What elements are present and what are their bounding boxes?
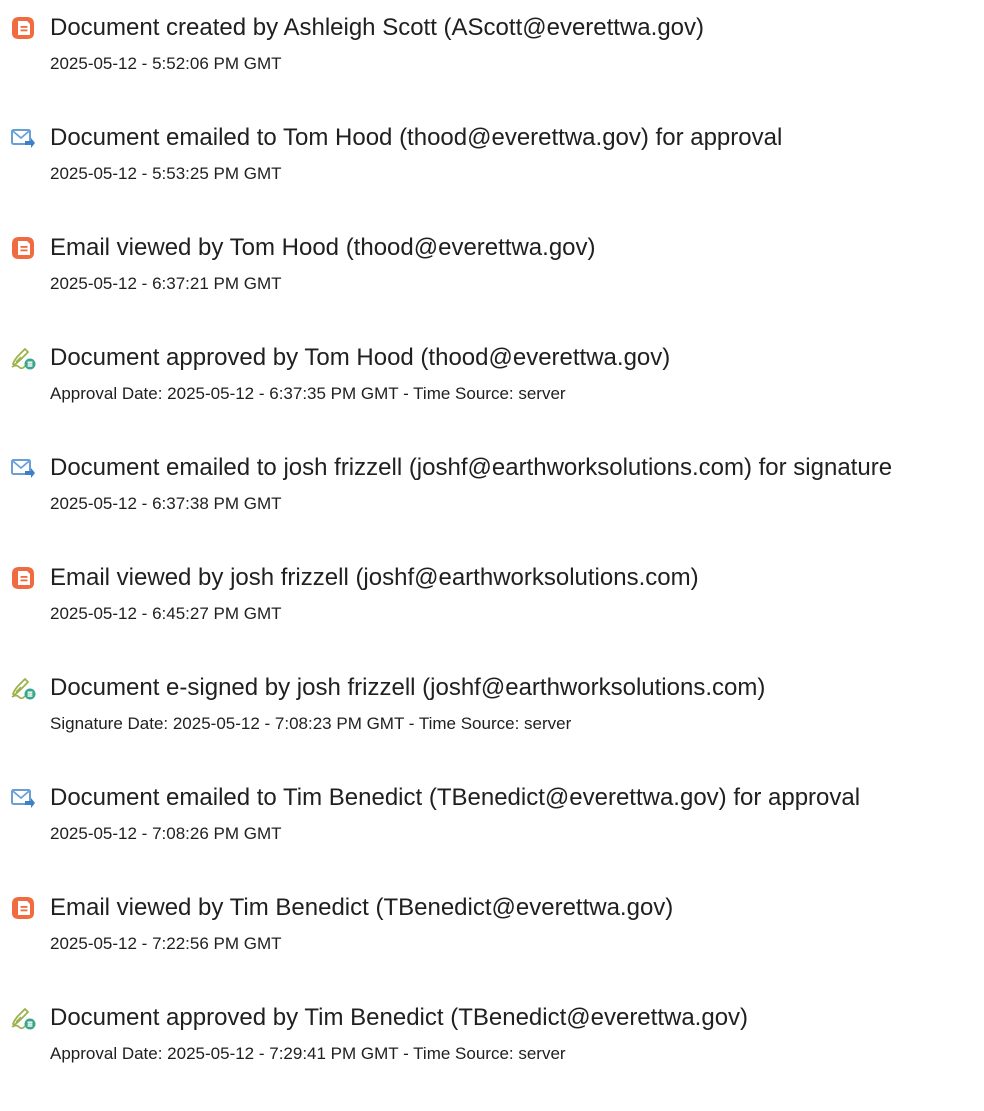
event-title: Email viewed by josh frizzell (joshf@ear… <box>50 564 699 591</box>
event-title: Document emailed to Tom Hood (thood@ever… <box>50 124 783 151</box>
audit-trail: Document created by Ashleigh Scott (ASco… <box>0 0 984 1111</box>
email-sent-icon <box>10 455 36 481</box>
pen-sign-icon <box>10 675 36 701</box>
audit-event: Document emailed to Tim Benedict (TBened… <box>0 782 984 862</box>
audit-event: Document emailed to josh frizzell (joshf… <box>0 452 984 532</box>
audit-event: Document e-signed by josh frizzell (josh… <box>0 672 984 752</box>
audit-event: Document emailed to Tom Hood (thood@ever… <box>0 122 984 202</box>
event-timestamp: 2025-05-12 - 6:37:21 PM GMT <box>50 274 282 293</box>
audit-event: Email viewed by Tim Benedict (TBenedict@… <box>0 892 984 972</box>
event-timestamp: 2025-05-12 - 6:45:27 PM GMT <box>50 604 282 623</box>
event-timestamp: Signature Date: 2025-05-12 - 7:08:23 PM … <box>50 714 572 733</box>
event-title: Document e-signed by josh frizzell (josh… <box>50 674 766 701</box>
event-timestamp: Approval Date: 2025-05-12 - 6:37:35 PM G… <box>50 384 566 403</box>
audit-event: Email viewed by josh frizzell (joshf@ear… <box>0 562 984 642</box>
audit-event: Document created by Ashleigh Scott (ASco… <box>0 12 984 92</box>
event-timestamp: 2025-05-12 - 7:22:56 PM GMT <box>50 934 282 953</box>
pen-sign-icon <box>10 1005 36 1031</box>
document-icon <box>10 15 36 41</box>
audit-event: Document approved by Tim Benedict (TBene… <box>0 1002 984 1082</box>
document-icon <box>10 235 36 261</box>
event-timestamp: Approval Date: 2025-05-12 - 7:29:41 PM G… <box>50 1044 566 1063</box>
document-icon <box>10 895 36 921</box>
event-title: Email viewed by Tim Benedict (TBenedict@… <box>50 894 674 921</box>
event-title: Document approved by Tom Hood (thood@eve… <box>50 344 671 371</box>
event-title: Document created by Ashleigh Scott (ASco… <box>50 14 705 41</box>
event-timestamp: 2025-05-12 - 6:37:38 PM GMT <box>50 494 282 513</box>
audit-event: Document approved by Tom Hood (thood@eve… <box>0 342 984 422</box>
event-title: Document approved by Tim Benedict (TBene… <box>50 1004 749 1031</box>
pen-sign-icon <box>10 345 36 371</box>
event-title: Document emailed to josh frizzell (joshf… <box>50 454 893 481</box>
email-sent-icon <box>10 125 36 151</box>
audit-event: Email viewed by Tom Hood (thood@everettw… <box>0 232 984 312</box>
event-title: Email viewed by Tom Hood (thood@everettw… <box>50 234 596 261</box>
event-timestamp: 2025-05-12 - 7:08:26 PM GMT <box>50 824 282 843</box>
event-title: Document emailed to Tim Benedict (TBened… <box>50 784 861 811</box>
event-timestamp: 2025-05-12 - 5:52:06 PM GMT <box>50 54 282 73</box>
event-timestamp: 2025-05-12 - 5:53:25 PM GMT <box>50 164 282 183</box>
document-icon <box>10 565 36 591</box>
email-sent-icon <box>10 785 36 811</box>
